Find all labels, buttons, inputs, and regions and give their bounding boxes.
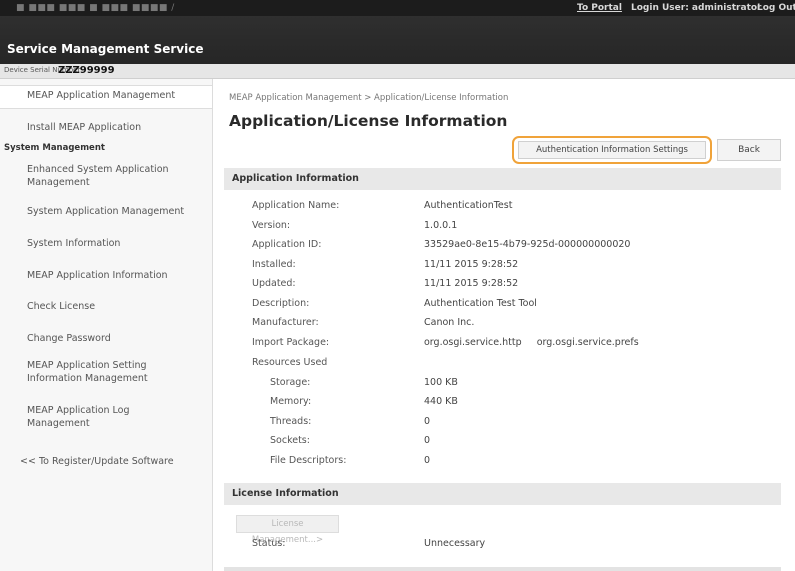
sidebar-item-label: System Application Management — [27, 206, 185, 217]
label-import-package: Import Package: — [252, 337, 330, 348]
bottom-divider — [224, 567, 781, 571]
sidebar-item-label: Install MEAP Application — [27, 122, 142, 133]
label-memory: Memory: — [270, 396, 312, 407]
page-title: Application/License Information — [229, 112, 508, 130]
sidebar-section-system-management: System Management — [4, 143, 105, 153]
sidebar-item-meap-app-information[interactable]: MEAP Application Information — [0, 269, 212, 282]
breadcrumb: MEAP Application Management > Applicatio… — [229, 93, 509, 103]
sidebar-item-label: Change Password — [27, 333, 111, 344]
value-application-id: 33529ae0-8e15-4b79-925d-000000000020 — [424, 239, 631, 250]
sidebar-item-system-app-management[interactable]: System Application Management — [0, 205, 212, 218]
value-description: Authentication Test Tool — [424, 298, 537, 309]
sidebar-item-label: MEAP Application Log Management — [27, 405, 130, 429]
label-resources-used: Resources Used — [252, 357, 328, 368]
auth-info-settings-button[interactable]: Authentication Information Settings — [512, 136, 712, 164]
label-version: Version: — [252, 220, 291, 231]
sidebar-item-label: << To Register/Update Software — [20, 456, 174, 467]
top-bar: ■ ■■■ ■■■ ■ ■■■ ■■■■ / To Portal Login U… — [0, 0, 795, 16]
sidebar-item-label: Enhanced System Application Management — [27, 164, 169, 188]
device-address: ■ ■■■ ■■■ ■ ■■■ ■■■■ / — [16, 3, 175, 13]
sidebar-item-label: MEAP Application Management — [27, 90, 176, 101]
serial-bar: Device Serial Number ZZZ99999 — [0, 64, 795, 79]
section-license-information: License Information — [224, 483, 781, 505]
sidebar-item-label: System Information — [27, 238, 121, 249]
value-application-name: AuthenticationTest — [424, 200, 513, 211]
logout-link[interactable]: Log Out — [757, 3, 795, 13]
sidebar-item-enhanced-system-app[interactable]: Enhanced System Application Management — [0, 163, 212, 189]
value-memory: 440 KB — [424, 396, 458, 407]
label-file-descriptors: File Descriptors: — [270, 455, 347, 466]
sidebar-item-install-meap[interactable]: Install MEAP Application — [0, 121, 212, 134]
sidebar: MEAP Application Management Install MEAP… — [0, 79, 213, 571]
login-user: Login User: administrator — [631, 3, 762, 13]
sidebar-item-label: Check License — [27, 301, 96, 312]
label-manufacturer: Manufacturer: — [252, 317, 319, 328]
label-sockets: Sockets: — [270, 435, 310, 446]
value-sockets: 0 — [424, 435, 431, 446]
label-status: Status: — [252, 538, 286, 549]
value-version: 1.0.0.1 — [424, 220, 458, 231]
value-manufacturer: Canon Inc. — [424, 317, 475, 328]
label-storage: Storage: — [270, 377, 311, 388]
value-threads: 0 — [424, 416, 431, 427]
sidebar-item-label: MEAP Application Setting Information Man… — [27, 360, 148, 384]
to-portal-link[interactable]: To Portal — [577, 3, 622, 13]
app-title: Service Management Service — [7, 42, 204, 56]
label-application-name: Application Name: — [252, 200, 340, 211]
label-threads: Threads: — [270, 416, 312, 427]
value-status: Unnecessary — [424, 538, 486, 549]
section-application-information: Application Information — [224, 168, 781, 190]
license-management-button[interactable]: License Management...> — [236, 515, 339, 545]
label-updated: Updated: — [252, 278, 296, 289]
sidebar-item-change-password[interactable]: Change Password — [0, 332, 212, 345]
auth-info-settings-label: Authentication Information Settings — [518, 141, 706, 159]
sidebar-item-label: MEAP Application Information — [27, 270, 168, 281]
serial-value: ZZZ99999 — [58, 65, 115, 76]
label-description: Description: — [252, 298, 310, 309]
value-updated: 11/11 2015 9:28:52 — [424, 278, 519, 289]
sidebar-item-meap-app-log[interactable]: MEAP Application Log Management — [0, 404, 170, 430]
value-installed: 11/11 2015 9:28:52 — [424, 259, 519, 270]
title-bar: Service Management Service — [0, 16, 795, 64]
sidebar-item-system-information[interactable]: System Information — [0, 237, 212, 250]
sidebar-item-meap-app-setting[interactable]: MEAP Application Setting Information Man… — [0, 359, 190, 385]
value-file-descriptors: 0 — [424, 455, 431, 466]
label-application-id: Application ID: — [252, 239, 322, 250]
sidebar-item-meap-app-management[interactable]: MEAP Application Management — [0, 85, 212, 109]
back-button[interactable]: Back — [717, 139, 781, 161]
sidebar-item-check-license[interactable]: Check License — [0, 300, 212, 313]
value-storage: 100 KB — [424, 377, 458, 388]
label-installed: Installed: — [252, 259, 296, 270]
sidebar-item-register-update-software[interactable]: << To Register/Update Software — [0, 455, 212, 468]
value-import-package: org.osgi.service.http org.osgi.service.p… — [424, 337, 639, 348]
